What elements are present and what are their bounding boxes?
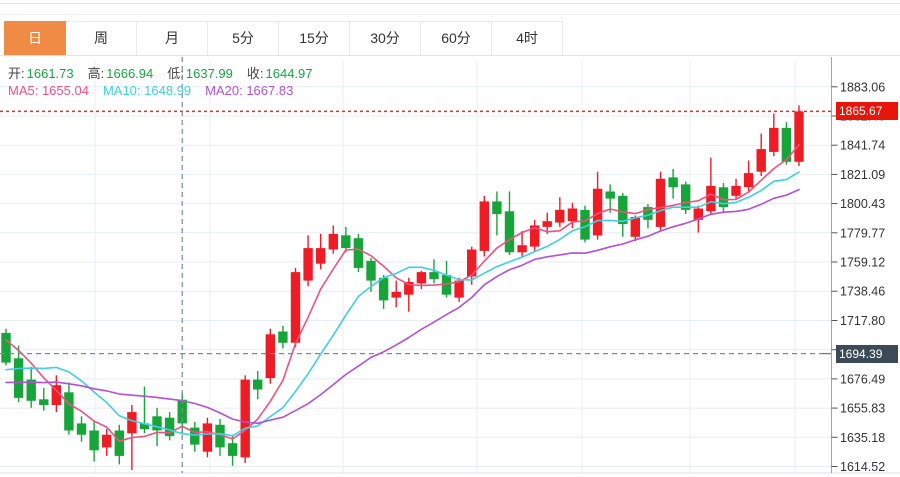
y-axis-tick-label: 1779.77 [840,226,885,240]
y-axis-tick-label: 1800.43 [840,197,885,211]
tab-5min[interactable]: 5分 [208,21,279,56]
toolbar-top-divider [0,14,900,15]
candle-body [253,379,263,390]
ohlc-high-value: 1666.94 [106,66,154,81]
y-axis-tick-label: 1717.80 [840,314,885,328]
candle-body [13,358,24,398]
candle-body [454,280,464,298]
ma10-legend: MA10: 1648.99 [102,83,192,98]
candle-body [265,334,275,379]
candle-body [429,272,439,280]
candle-body [227,443,238,456]
y-axis-tick-label: 1738.46 [840,285,885,299]
candle-body [555,209,565,223]
ma5-legend: MA5: 1655.04 [8,83,89,98]
ohlc-low-label: 低: [167,66,184,81]
y-axis-tick-label: 1883.06 [840,80,885,94]
candle-body [756,149,766,172]
last-price-tag: 1865.67 [836,102,898,120]
y-axis-tick-label: 1635.18 [840,431,885,445]
tab-month[interactable]: 月 [137,21,208,56]
candle-body [290,272,301,343]
y-axis-tick-label: 1841.74 [840,139,885,153]
candle-body [278,331,288,343]
candle-body [341,235,351,248]
trading-chart-window: 日周月5分15分30分60分4时 1883.061862.401841.7418… [0,0,900,477]
candle-body [64,392,74,431]
ma10-line [5,171,800,437]
candle-body [51,385,61,405]
ohlc-high-label: 高: [87,66,105,81]
candle-body [114,430,124,456]
tabbar-underline [0,55,900,56]
y-axis-tick-label: 1821.09 [840,168,885,182]
candle-body [630,217,640,237]
ma20-legend: MA20: 1667.83 [205,83,294,98]
ohlc-close: 收: 1644.97 [247,66,313,81]
ohlc-open-value: 1661.73 [26,66,74,81]
ma5-line [5,143,800,443]
candle-body [668,177,678,188]
candle-body [76,423,87,435]
ohlc-open-label: 开: [8,66,25,81]
ohlc-low: 低: 1637.99 [167,66,233,81]
candle-body [1,332,11,363]
candle-body [316,248,326,264]
candle-body [416,272,427,284]
ma-legend: MA5: 1655.04 MA10: 1648.99 MA20: 1667.83 [8,83,307,98]
candle-body [328,233,338,250]
candle-body [794,111,804,162]
candle-body [39,399,49,405]
tab-week[interactable]: 周 [66,21,137,56]
candle-body [743,173,754,188]
candle-body [240,379,250,458]
candle-body [542,221,552,227]
candlestick-chart[interactable]: 1883.061862.401841.741821.091800.431779.… [0,57,900,477]
y-axis-tick-label: 1676.49 [840,372,885,386]
candle-body [479,201,489,251]
ohlc-low-value: 1637.99 [185,66,233,81]
candle-body [366,260,376,281]
candle-body [353,238,364,268]
candle-body [102,434,112,448]
tab-4hour[interactable]: 4时 [492,21,563,56]
candle-body [89,430,99,451]
ohlc-open: 开: 1661.73 [8,66,74,81]
candle-body [202,423,213,452]
candle-body [681,184,691,210]
y-axis-tick-label: 1655.83 [840,402,885,416]
top-divider [0,3,900,4]
tab-30min[interactable]: 30分 [350,21,421,56]
ohlc-high: 高: 1666.94 [88,66,154,81]
candle-body [378,277,389,301]
timeframe-tabbar: 日周月 5分 15分 30分 60分 4时 [4,21,563,56]
candle-body [517,245,527,253]
candle-body [706,185,716,212]
candle-body [303,248,313,281]
candle-body [504,211,515,253]
ma20-line [5,188,800,425]
candle-body [731,185,741,196]
tab-60min[interactable]: 60分 [421,21,492,56]
candle-body [127,412,137,434]
y-axis-tick-label: 1614.52 [840,460,885,474]
candle-body [492,201,502,215]
y-axis-tick-label: 1759.12 [840,256,885,270]
ohlc-legend: 开: 1661.73 高: 1666.94 低: 1637.99 收: 1644.97 [8,63,327,82]
candle-body [655,178,666,227]
tab-day[interactable]: 日 [4,21,66,56]
ohlc-close-value: 1644.97 [265,66,313,81]
candle-body [769,127,779,152]
candle-body [567,208,578,222]
candle-body [391,291,401,298]
chart-plot[interactable]: 1883.061862.401841.741821.091800.431779.… [0,57,900,477]
crosshair-price-tag: 1694.39 [836,345,898,363]
candle-body [605,191,615,199]
tab-15min[interactable]: 15分 [279,21,350,56]
ohlc-close-label: 收: [246,66,264,81]
